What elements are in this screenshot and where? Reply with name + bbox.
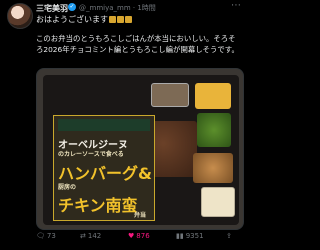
egg-item	[195, 83, 231, 109]
broccoli-item	[197, 113, 231, 147]
views-stat[interactable]: ▮▮ 9351	[176, 232, 204, 240]
verified-badge-icon: ✓	[68, 3, 76, 11]
share-action[interactable]: ⇪	[226, 232, 234, 240]
tweet-actions: 🗨 73 ⇄ 142 ♥ 876 ▮▮ 9351 ⇪	[36, 232, 242, 246]
label-line-5: チキン南蛮	[58, 196, 138, 215]
repost-action[interactable]: ⇄ 142	[80, 232, 101, 240]
chicken-item	[193, 153, 233, 183]
label-line-2: のカレーソースで食べる	[58, 151, 124, 158]
label-line-3: ハンバーグ&	[58, 164, 152, 183]
label-line-4: 厨房の	[58, 184, 77, 191]
bento-tray: オーベルジーヌ のカレーソースで食べる ハンバーグ& 厨房の チキン南蛮 弁当	[43, 75, 239, 225]
tweet-header: 三宅美羽 ✓ @_mmiya_mm · 1時間 ⋯ おはようございます	[0, 0, 248, 34]
handle-and-time[interactable]: @_mmiya_mm · 1時間	[79, 3, 156, 13]
reply-icon: 🗨	[36, 232, 45, 240]
reply-action[interactable]: 🗨 73	[36, 232, 56, 240]
repost-icon: ⇄	[80, 232, 86, 240]
tweet-text: このお弁当のとうもろこしごはんが本当においしい。そろそろ2026年チョコミント編…	[36, 34, 239, 54]
tweet-image[interactable]: オーベルジーヌ のカレーソースで食べる ハンバーグ& 厨房の チキン南蛮 弁当	[36, 68, 244, 230]
display-name[interactable]: 三宅美羽	[36, 3, 68, 14]
greeting-text: おはようございます	[36, 14, 132, 25]
clap-icon	[109, 16, 116, 23]
label-banner	[58, 119, 150, 131]
share-icon: ⇪	[226, 232, 232, 240]
heart-icon: ♥	[128, 232, 135, 240]
clap-icon	[125, 16, 132, 23]
clap-icon	[117, 16, 124, 23]
like-action[interactable]: ♥ 876	[128, 232, 150, 240]
tartar-sauce-cup	[201, 187, 235, 217]
avatar[interactable]	[7, 3, 33, 29]
curry-sauce-cup	[151, 83, 189, 107]
more-icon[interactable]: ⋯	[231, 0, 242, 11]
views-icon: ▮▮	[176, 232, 184, 240]
bento-label: オーベルジーヌ のカレーソースで食べる ハンバーグ& 厨房の チキン南蛮 弁当	[53, 115, 155, 221]
label-line-6: 弁当	[134, 212, 147, 219]
